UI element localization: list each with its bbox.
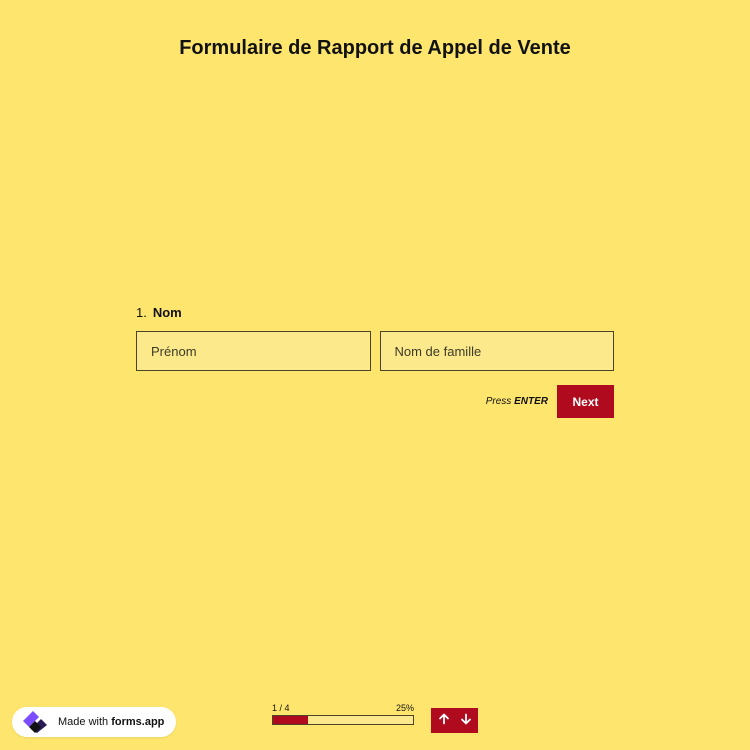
hint-prefix: Press <box>485 396 512 407</box>
question-label: Nom <box>152 305 182 320</box>
badge-text: Made with forms.app <box>58 716 164 728</box>
press-enter-hint: Press ENTER <box>486 396 548 407</box>
last-name-input[interactable] <box>379 331 614 371</box>
question-number: 1. <box>136 305 147 320</box>
progress-track <box>272 715 414 725</box>
arrow-down-icon <box>460 713 472 728</box>
progress-step: 1 / 4 <box>272 703 290 713</box>
forms-app-logo-icon <box>20 708 50 737</box>
badge-prefix: Made with <box>58 716 109 728</box>
name-fields <box>136 331 614 371</box>
question-navigation <box>431 708 478 733</box>
hint-key: ENTER <box>514 396 548 407</box>
made-with-badge[interactable]: Made with forms.app <box>12 707 177 737</box>
next-button[interactable]: Next <box>557 385 614 418</box>
previous-question-button[interactable] <box>437 713 451 728</box>
next-question-button[interactable] <box>459 713 473 728</box>
progress-fill <box>273 716 308 724</box>
question-heading: 1. Nom <box>136 305 182 320</box>
progress-percent: 25% <box>395 703 414 713</box>
progress-indicator: 1 / 4 25% <box>272 703 414 725</box>
question-actions: Press ENTER Next <box>136 385 614 418</box>
arrow-up-icon <box>438 713 450 728</box>
form-title: Formulaire de Rapport de Appel de Vente <box>179 37 571 59</box>
badge-brand: forms.app <box>111 716 165 728</box>
first-name-input[interactable] <box>136 331 371 371</box>
